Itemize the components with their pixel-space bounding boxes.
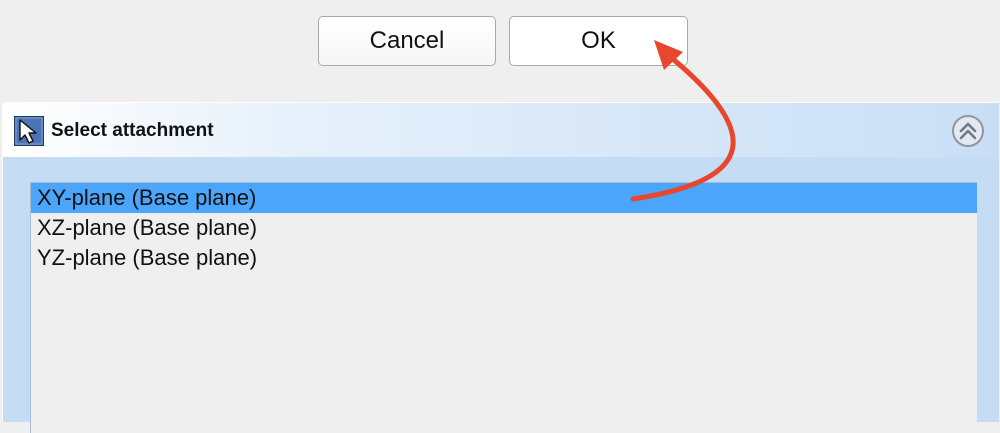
panel-header[interactable]: Select attachment — [3, 103, 999, 157]
list-item-yz-plane[interactable]: YZ-plane (Base plane) — [31, 243, 977, 273]
double-chevron-up-icon[interactable] — [951, 114, 985, 148]
ok-button[interactable]: OK — [509, 16, 688, 66]
list-item-xz-plane[interactable]: XZ-plane (Base plane) — [31, 213, 977, 243]
list-item-xy-plane[interactable]: XY-plane (Base plane) — [31, 183, 977, 213]
attachment-list[interactable]: XY-plane (Base plane) XZ-plane (Base pla… — [30, 182, 977, 433]
select-attachment-panel: Select attachment XY-plane (Base plane) … — [2, 102, 999, 433]
arrow-cursor-icon — [14, 116, 44, 146]
cancel-button[interactable]: Cancel — [318, 16, 496, 66]
panel-title: Select attachment — [51, 120, 214, 141]
